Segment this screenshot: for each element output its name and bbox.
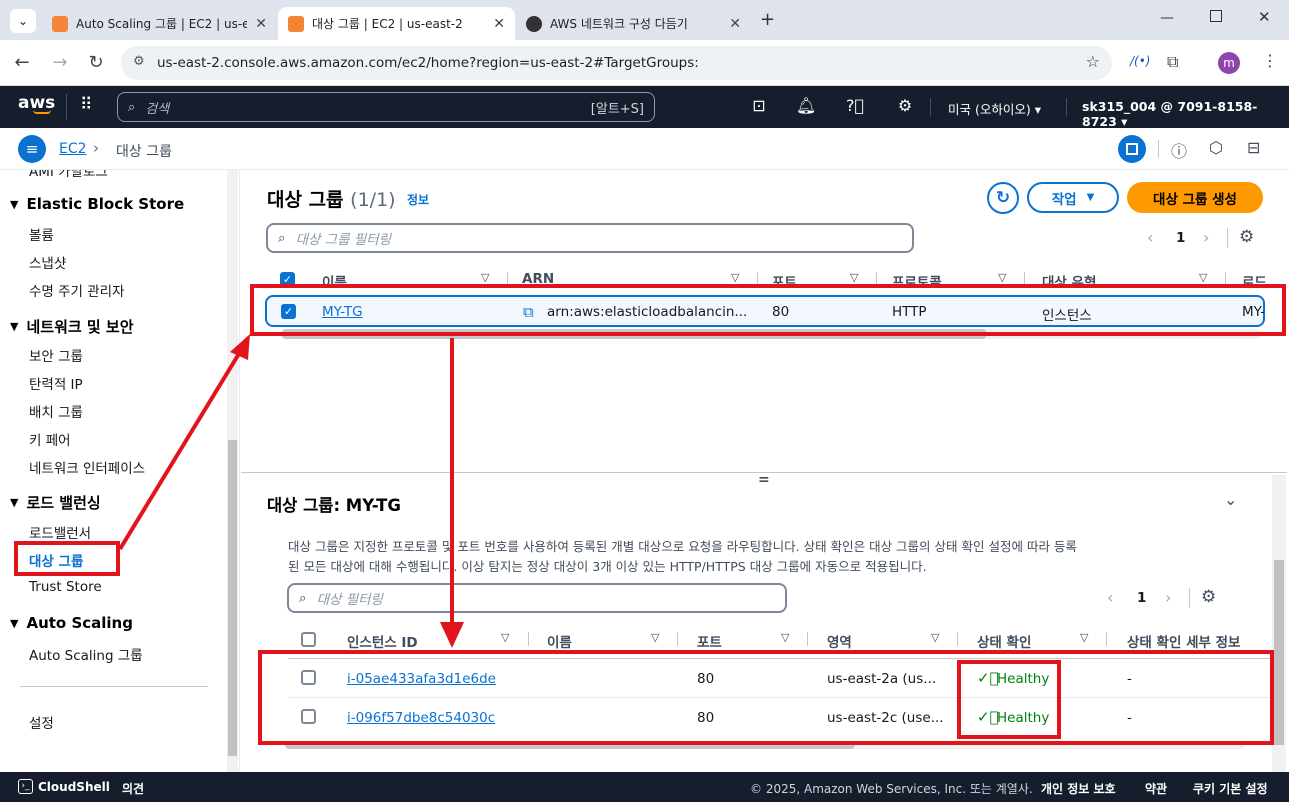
terms-link[interactable]: 약관 <box>1145 780 1167 797</box>
copyright-text: © 2025, Amazon Web Services, Inc. 또는 계열사… <box>750 782 1033 796</box>
annotation-arrows <box>118 334 464 648</box>
cloudshell-link[interactable]: CloudShell <box>38 780 110 794</box>
feedback-link[interactable]: 의견 <box>122 780 144 797</box>
cloudshell-icon[interactable]: ›_ <box>18 779 33 794</box>
aws-footer: ›_ CloudShell 의견 © 2025, Amazon Web Serv… <box>0 772 1289 802</box>
cookie-preferences-link[interactable]: 쿠키 기본 설정 <box>1193 780 1268 797</box>
privacy-link[interactable]: 개인 정보 보호 <box>1041 780 1116 797</box>
